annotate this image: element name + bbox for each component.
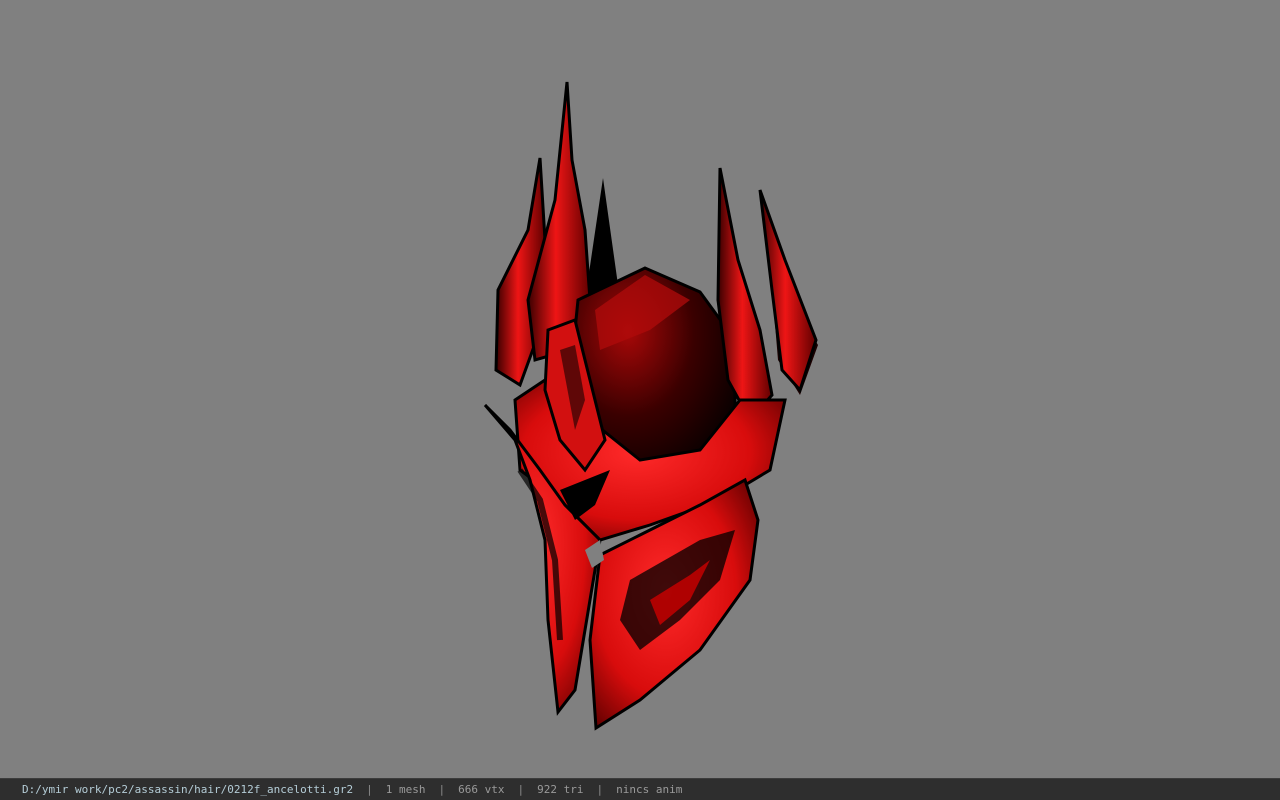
file-path: D:/ymir work/pc2/assassin/hair/0212f_anc… <box>22 783 354 796</box>
separator: | <box>596 783 604 796</box>
separator: | <box>438 783 446 796</box>
triangle-count: 922 tri <box>537 783 584 796</box>
helmet-model[interactable] <box>0 0 1280 778</box>
separator: | <box>366 783 373 796</box>
vertex-count: 666 vtx <box>458 783 505 796</box>
3d-viewport[interactable] <box>0 0 1280 778</box>
animation-status: nincs anim <box>616 783 683 796</box>
separator: | <box>517 783 525 796</box>
spike-right-outer <box>758 189 818 393</box>
mesh-count: 1 mesh <box>385 783 426 796</box>
status-bar: D:/ymir work/pc2/assassin/hair/0212f_anc… <box>0 778 1280 800</box>
